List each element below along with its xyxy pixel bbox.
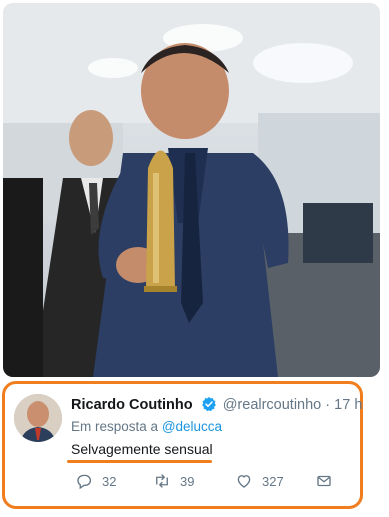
verified-badge-icon bbox=[201, 397, 216, 412]
reply-icon bbox=[77, 474, 92, 490]
retweet-count: 39 bbox=[180, 473, 195, 489]
like-count: 327 bbox=[262, 473, 284, 489]
retweet-button[interactable]: 39 bbox=[153, 472, 194, 490]
envelope-icon bbox=[317, 475, 331, 487]
reply-context: Em resposta a @delucca bbox=[71, 419, 222, 434]
reply-mention-link[interactable]: @delucca bbox=[162, 419, 222, 434]
photo-scene bbox=[3, 3, 380, 377]
user-handle[interactable]: @realrcoutinho bbox=[223, 397, 322, 413]
retweet-icon bbox=[156, 474, 168, 488]
tweet-timestamp[interactable]: 17 h bbox=[334, 397, 362, 413]
reply-prefix: Em resposta a bbox=[71, 419, 159, 434]
display-name[interactable]: Ricardo Coutinho bbox=[71, 397, 193, 413]
reply-button[interactable]: 32 bbox=[75, 472, 116, 490]
separator-dot: · bbox=[325, 397, 331, 413]
tweet-photo[interactable] bbox=[3, 3, 380, 377]
heart-icon bbox=[237, 475, 251, 488]
like-button[interactable]: 327 bbox=[235, 472, 284, 490]
highlight-underline bbox=[67, 460, 212, 463]
tweet-card[interactable]: Ricardo Coutinho @realrcoutinho · 17 h E… bbox=[2, 381, 363, 509]
tweet-text: Selvagemente sensual bbox=[71, 441, 213, 457]
avatar[interactable] bbox=[14, 394, 62, 442]
reply-count: 32 bbox=[102, 473, 117, 489]
direct-message-button[interactable] bbox=[315, 472, 333, 490]
tweet-actions: 32 39 327 bbox=[69, 472, 339, 492]
tweet-header: Ricardo Coutinho @realrcoutinho · 17 h bbox=[71, 396, 362, 414]
